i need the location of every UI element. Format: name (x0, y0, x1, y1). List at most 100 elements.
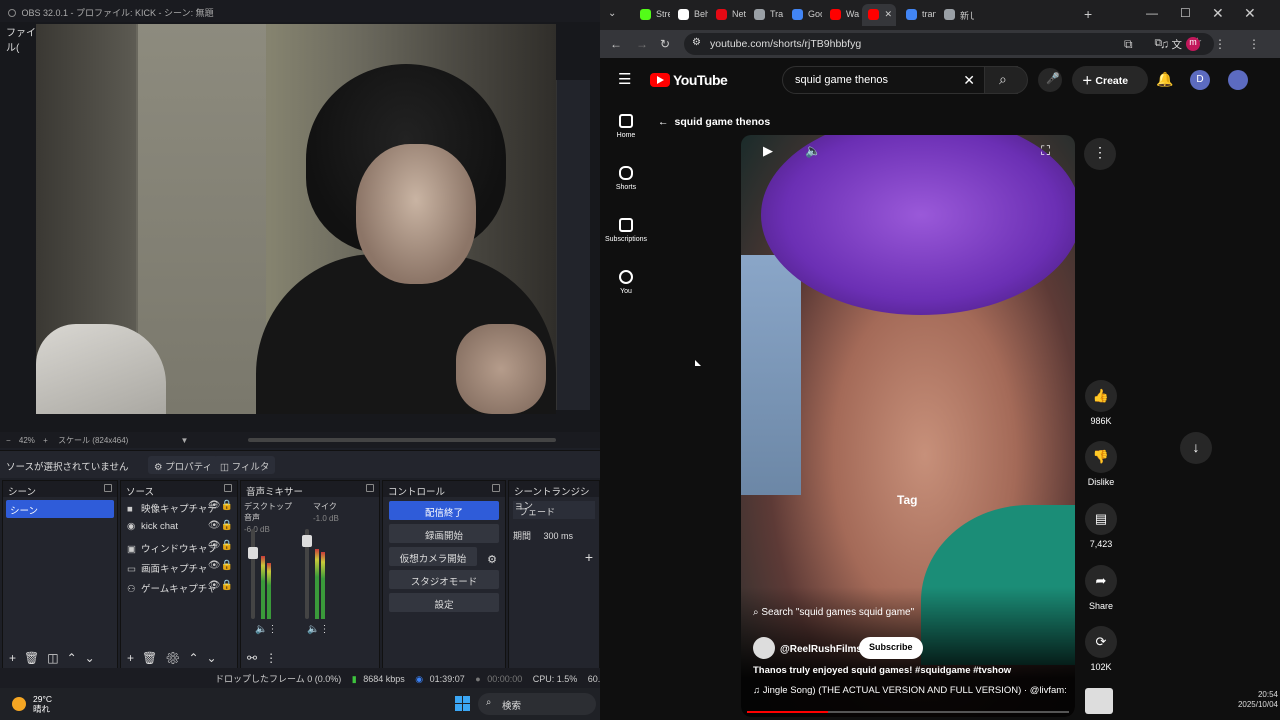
filters-button[interactable]: ◫ フィルタ (214, 456, 276, 474)
properties-button[interactable]: ⚙ プロパティ (148, 456, 219, 474)
mixer-link-icon[interactable]: ⚯ (247, 651, 265, 665)
windows-start-icon[interactable] (455, 696, 471, 712)
short-title[interactable]: Thanos truly enjoyed squid games! #squid… (753, 665, 1068, 676)
forward-icon[interactable]: → (636, 37, 648, 51)
minimize-icon[interactable]: — (1146, 6, 1158, 20)
extensions-icon[interactable]: ⧉ (1124, 37, 1133, 52)
eye-lock-icons[interactable]: 👁🔒 (208, 500, 233, 511)
media-icon[interactable]: ♫ (1160, 37, 1169, 51)
dock-float-icon[interactable] (104, 484, 112, 492)
desktop-volume-slider[interactable] (248, 529, 258, 619)
short-music[interactable]: ♫ Jingle Song) (THE ACTUAL VERSION AND F… (753, 685, 1068, 696)
eye-lock-icons[interactable]: 👁🔒 (208, 540, 233, 551)
short-progress-bar[interactable] (747, 711, 1069, 713)
weather-sun-icon[interactable] (12, 697, 26, 711)
source-row[interactable]: ◉ kick chat 👁🔒 (121, 517, 237, 537)
slider-knob[interactable] (248, 547, 258, 559)
dislike-button[interactable]: 👎 Dislike (1084, 441, 1118, 487)
system-clock[interactable]: 20:54 2025/10/04 (1230, 690, 1278, 710)
mic-mute-icon[interactable]: 🔈⋮ (307, 624, 329, 635)
youtube-logo[interactable]: YouTube (650, 72, 728, 88)
comments-button[interactable]: ▤ 7,423 (1084, 503, 1118, 549)
zoom-out-button[interactable]: − (6, 436, 11, 445)
short-channel[interactable]: @ReelRushFilms (753, 637, 862, 659)
sound-thumbnail[interactable] (1085, 688, 1113, 714)
studio-mode-button[interactable]: スタジオモード (389, 570, 499, 589)
remix-button[interactable]: ⟳ 102K (1084, 626, 1118, 672)
search-button[interactable]: ⌕ (984, 66, 1028, 94)
back-arrow-icon[interactable]: ← (658, 116, 669, 128)
notifications-bell-icon[interactable]: 🔔 (1156, 71, 1173, 88)
mixer-menu-icon[interactable]: ⋮ (265, 651, 285, 665)
play-icon[interactable]: ▶ (763, 143, 773, 159)
more-options-button[interactable]: ⋮ (1084, 138, 1116, 170)
add-source-button[interactable]: + (127, 651, 142, 665)
desktop-mute-icon[interactable]: 🔈⋮ (255, 624, 277, 635)
hamburger-menu-icon[interactable]: ☰ (618, 70, 631, 88)
browser-tab[interactable]: Goo (786, 4, 822, 26)
subscribe-button[interactable]: Subscribe (859, 637, 923, 659)
preview-scrollbar[interactable] (248, 438, 556, 442)
obs-menu-file[interactable]: ファイル( (0, 22, 40, 54)
fullscreen-icon[interactable]: ⛶ (1041, 143, 1050, 159)
zoom-in-button[interactable]: + (43, 436, 48, 445)
browser-tab[interactable]: tran (900, 4, 936, 26)
site-info-icon[interactable]: ⚙ (692, 37, 701, 48)
channel-avatar[interactable] (753, 637, 775, 659)
source-settings-button[interactable]: ⚙ (165, 651, 188, 665)
maximize-icon[interactable]: ☐ (1180, 6, 1191, 20)
youtube-avatar[interactable]: D (1190, 70, 1210, 90)
profile-avatar[interactable]: m (1186, 37, 1200, 51)
short-player[interactable]: Tag ▶ 🔈 ⛶ ⌕ Search "squid games squid ga… (741, 135, 1075, 717)
scene-filter-button[interactable]: ◫ (47, 651, 66, 665)
address-bar[interactable]: ⚙ youtube.com/shorts/rjTB9hbbfyg ⧉ 文 ☆ (684, 33, 1214, 55)
virtualcam-settings-icon[interactable]: ⚙ (487, 553, 497, 566)
settings-button[interactable]: 設定 (389, 593, 499, 612)
volume-icon[interactable]: 🔈 (805, 143, 821, 159)
close-tab-icon[interactable]: ✕ (884, 9, 892, 20)
dock-float-icon[interactable] (224, 484, 232, 492)
source-row[interactable]: ⚇ ゲームキャプチャ 👁🔒 (121, 577, 237, 597)
youtube-search-input[interactable]: squid game thenos ✕ (782, 66, 1018, 94)
taskbar-search[interactable]: ⌕ 検索 (478, 693, 596, 715)
start-virtualcam-button[interactable]: 仮想カメラ開始 (389, 547, 477, 566)
zoom-dropdown-icon[interactable]: ▼ (181, 436, 189, 445)
close-window-icon[interactable]: ✕ (1244, 5, 1256, 22)
browser-tab[interactable]: Tra (748, 4, 784, 26)
add-scene-button[interactable]: + (9, 651, 24, 665)
next-short-button[interactable]: ↓ (1180, 432, 1212, 464)
browser-tab[interactable]: 新し (938, 4, 974, 26)
like-button[interactable]: 👍 986K (1084, 380, 1118, 426)
short-search-suggestion[interactable]: ⌕ Search "squid games squid game" (753, 607, 914, 618)
browser-tab[interactable]: Beh (672, 4, 708, 26)
sidebar-item-you[interactable]: You (600, 270, 652, 295)
browser-tab[interactable]: ✕ (862, 4, 896, 26)
slider-knob[interactable] (302, 535, 312, 547)
sidebar-item-subscriptions[interactable]: Subscriptions (600, 218, 652, 243)
start-recording-button[interactable]: 録画開始 (389, 524, 499, 543)
shorts-search-breadcrumb[interactable]: ← squid game thenos (658, 116, 770, 128)
share-button[interactable]: ➦ Share (1084, 565, 1118, 611)
move-up-button[interactable]: ⌃ (188, 651, 206, 665)
mic-volume-slider[interactable] (302, 529, 312, 619)
back-icon[interactable]: ← (610, 37, 622, 51)
source-row[interactable]: ▭ 画面キャプチャ 👁🔒 (121, 557, 237, 577)
move-down-button[interactable]: ⌄ (85, 651, 103, 665)
eye-lock-icons[interactable]: 👁🔒 (208, 520, 233, 531)
voice-search-icon[interactable]: 🎤 (1038, 68, 1062, 92)
translate-icon[interactable]: 文 (1172, 37, 1183, 52)
browser-tab[interactable]: Net (710, 4, 746, 26)
source-row[interactable]: ▣ ウィンドウキャプ 👁🔒 (121, 537, 237, 557)
tab-search-icon[interactable]: ⌄ (608, 8, 616, 19)
new-tab-button[interactable]: + (1084, 6, 1092, 22)
sidebar-item-home[interactable]: Home (600, 114, 652, 139)
duration-value[interactable]: 300 ms (544, 531, 574, 541)
browser-tab[interactable]: Wa (824, 4, 860, 26)
dock-float-icon[interactable] (366, 484, 374, 492)
stop-streaming-button[interactable]: 配信終了 (389, 501, 499, 520)
chrome-menu-icon[interactable]: ⋮ (1248, 37, 1260, 51)
close-window-icon[interactable]: ✕ (1212, 5, 1224, 22)
eye-lock-icons[interactable]: 👁🔒 (208, 560, 233, 571)
create-button[interactable]: ＋ Create (1072, 66, 1148, 94)
zoom-scale[interactable]: スケール (824x464) (58, 436, 128, 445)
